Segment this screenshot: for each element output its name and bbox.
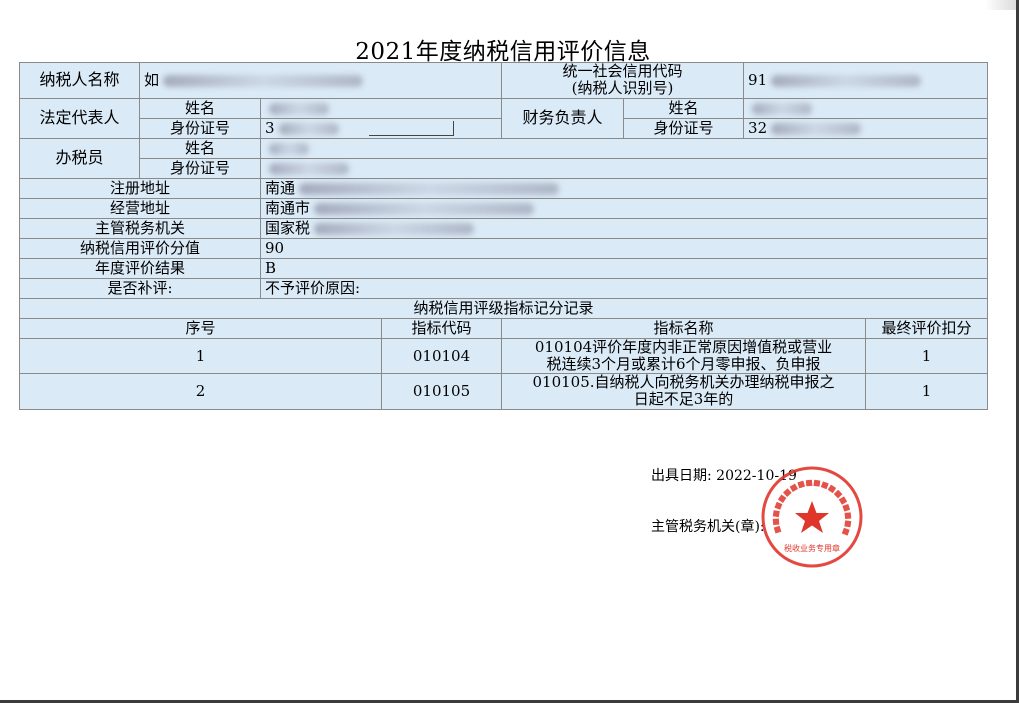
finance-id-value: 32 bbox=[748, 118, 768, 137]
result-value: B bbox=[259, 257, 989, 279]
redaction-blur bbox=[752, 102, 813, 115]
legal-rep-name-label: 姓名 bbox=[139, 97, 261, 119]
header-deduction: 最终评价扣分 bbox=[865, 317, 989, 339]
clerk-label: 办税员 bbox=[19, 137, 140, 179]
record-code: 010104 bbox=[380, 337, 503, 374]
credit-code-label: 统一社会信用代码 bbox=[562, 62, 683, 80]
official-seal: ■■■■■■■■■■■■■■■■■■■■ 税收业务专用章 bbox=[758, 465, 863, 568]
redaction-blur bbox=[269, 142, 309, 155]
score-row: 纳税信用评价分值 90 bbox=[19, 237, 989, 259]
authority-row: 主管税务机关 国家税 bbox=[19, 217, 989, 239]
record-no: 1 bbox=[19, 337, 382, 374]
legal-rep-id-value: 3 bbox=[265, 118, 275, 137]
score-value: 90 bbox=[259, 237, 989, 259]
redaction-blur bbox=[163, 75, 364, 87]
reg-address-row: 注册地址 南通 bbox=[19, 177, 989, 199]
redaction-blur bbox=[278, 122, 339, 135]
biz-address-cell: 南通市 bbox=[259, 197, 989, 219]
biz-address-row: 经营地址 南通市 bbox=[19, 197, 989, 219]
legal-rep-name-row: 法定代表人 姓名 财务负责人 姓名 bbox=[19, 97, 989, 139]
authority-cell: 国家税 bbox=[259, 217, 989, 239]
credit-code-sublabel: (纳税人识别号) bbox=[571, 79, 674, 98]
legal-rep-name-cell bbox=[259, 97, 503, 119]
redaction-box bbox=[368, 121, 454, 137]
reg-address-cell: 南通 bbox=[259, 177, 989, 199]
authority-seal-label: 主管税务机关(章): bbox=[651, 519, 765, 535]
credit-code-label-cell: 统一社会信用代码 (纳税人识别号) bbox=[501, 62, 745, 99]
record-code: 010105 bbox=[380, 373, 503, 410]
taxpayer-name-label: 纳税人名称 bbox=[19, 62, 140, 99]
record-name: 010105.自纳税人向税务机关办理纳税申报之日起不足3年的 bbox=[501, 373, 867, 410]
redaction-blur bbox=[299, 182, 560, 195]
records-title-row: 纳税信用评级指标记分记录 bbox=[18, 297, 989, 319]
header-code: 指标代码 bbox=[380, 317, 503, 339]
clerk-name-row: 办税员 姓名 bbox=[19, 137, 989, 179]
result-row: 年度评价结果 B bbox=[19, 257, 989, 279]
table-row: 1 010104 010104评价年度内非正常原因增值税或营业税连续3个月或累计… bbox=[19, 337, 989, 374]
clerk-id-cell bbox=[259, 157, 989, 179]
credit-code-cell: 91 bbox=[743, 62, 989, 99]
credit-info-table: 纳税人名称 如 统一社会信用代码 (纳税人识别号) 91 法定代表人 姓名 财务负… bbox=[18, 62, 989, 410]
finance-name-cell bbox=[743, 97, 989, 119]
clerk-id-row: 身份证号 bbox=[20, 157, 989, 179]
header-no: 序号 bbox=[19, 317, 382, 339]
clerk-id-label: 身份证号 bbox=[139, 157, 261, 179]
redaction-blur bbox=[771, 122, 862, 135]
finance-label: 财务负责人 bbox=[501, 97, 625, 139]
record-deduction: 1 bbox=[865, 373, 989, 410]
authority-value: 国家税 bbox=[265, 218, 311, 237]
header-name: 指标名称 bbox=[501, 317, 867, 339]
redaction-blur bbox=[269, 162, 349, 175]
clerk-name-cell bbox=[259, 137, 989, 159]
result-label: 年度评价结果 bbox=[19, 257, 261, 279]
taxpayer-name-cell: 如 bbox=[138, 62, 503, 99]
redaction-blur bbox=[314, 222, 475, 235]
authority-label: 主管税务机关 bbox=[19, 217, 261, 239]
page-corner-shadow bbox=[985, 0, 1019, 10]
biz-address-label: 经营地址 bbox=[19, 197, 261, 219]
biz-address-value: 南通市 bbox=[265, 198, 311, 217]
document-title: 2021年度纳税信用评价信息 bbox=[355, 39, 651, 65]
reg-address-label: 注册地址 bbox=[19, 177, 261, 199]
credit-code-value: 91 bbox=[748, 71, 768, 89]
record-no: 2 bbox=[19, 373, 382, 410]
finance-id-cell: 32 bbox=[743, 117, 989, 139]
table-row: 2 010105 010105.自纳税人向税务机关办理纳税申报之日起不足3年的 … bbox=[19, 373, 989, 410]
legal-rep-id-cell: 3 bbox=[259, 117, 503, 139]
finance-name-label: 姓名 bbox=[623, 97, 745, 119]
record-deduction: 1 bbox=[865, 337, 989, 374]
legal-rep-id-label: 身份证号 bbox=[139, 117, 261, 139]
score-label: 纳税信用评价分值 bbox=[19, 237, 261, 259]
legal-rep-label: 法定代表人 bbox=[19, 97, 140, 139]
taxpayer-name-value: 如 bbox=[144, 71, 160, 89]
seal-text: 税收业务专用章 bbox=[784, 543, 840, 553]
redaction-blur bbox=[314, 202, 535, 215]
records-header-row: 序号 指标代码 指标名称 最终评价扣分 bbox=[19, 317, 989, 339]
supplement-label: 是否补评: bbox=[19, 277, 261, 299]
clerk-name-label: 姓名 bbox=[139, 137, 261, 159]
record-name: 010104评价年度内非正常原因增值税或营业税连续3个月或累计6个月零申报、负申… bbox=[501, 337, 867, 374]
no-eval-reason-label: 不予评价原因: bbox=[259, 277, 989, 299]
finance-id-label: 身份证号 bbox=[623, 117, 745, 139]
reg-address-value: 南通 bbox=[265, 178, 296, 197]
issue-date-label: 出具日期: bbox=[651, 468, 712, 484]
taxpayer-row: 纳税人名称 如 统一社会信用代码 (纳税人识别号) 91 bbox=[19, 62, 989, 99]
redaction-blur bbox=[771, 75, 922, 87]
records-section-title: 纳税信用评级指标记分记录 bbox=[18, 297, 989, 319]
supplement-row: 是否补评: 不予评价原因: bbox=[19, 277, 989, 299]
redaction-blur bbox=[269, 102, 329, 115]
